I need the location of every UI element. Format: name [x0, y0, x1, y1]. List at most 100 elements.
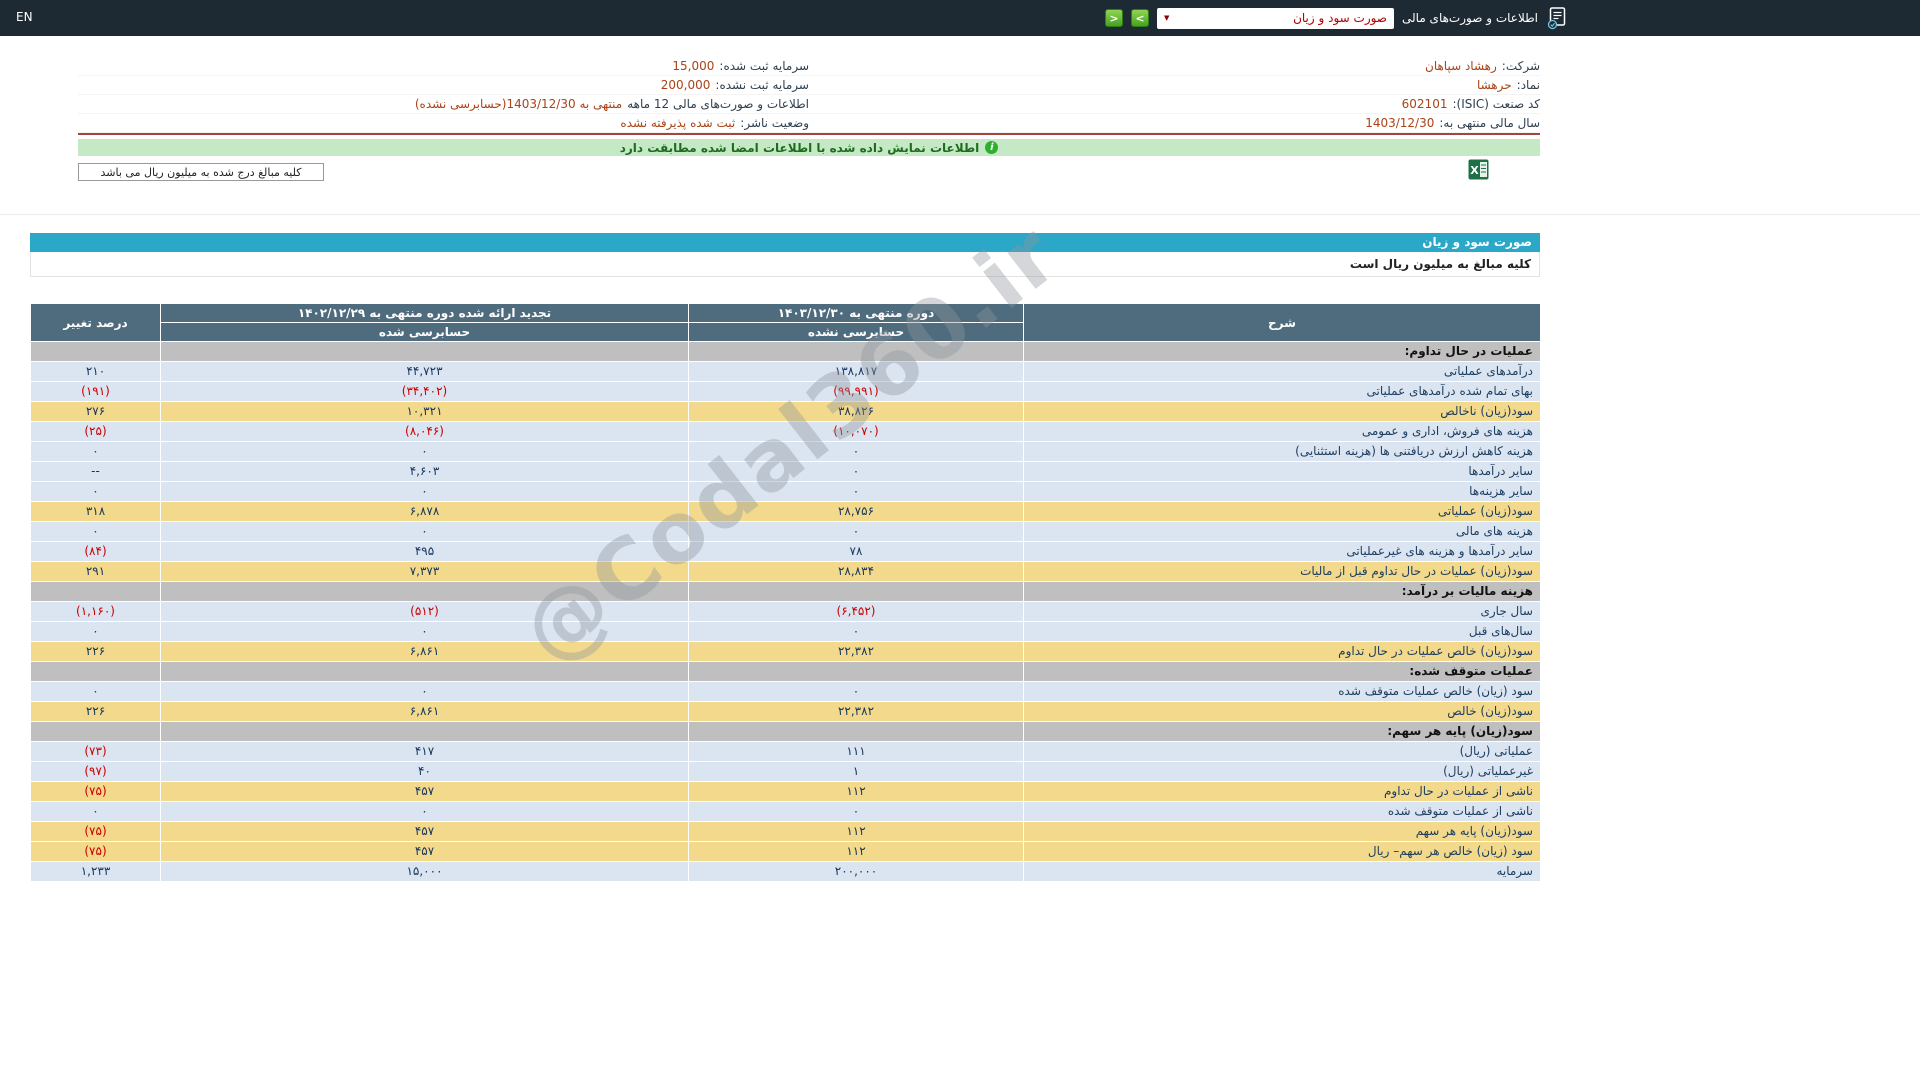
section-divider	[0, 214, 1920, 215]
section-row: عملیات متوقف شده:	[30, 661, 1541, 682]
report-select-value: صورت سود و زیان	[1293, 11, 1387, 25]
row-current-value: ۰	[688, 801, 1024, 822]
col-header-change-percent: درصد تغییر	[30, 303, 161, 342]
row-label: سال‌های قبل	[1023, 621, 1541, 642]
col-header-description: شرح	[1023, 303, 1541, 342]
row-restated-value: ۱۵,۰۰۰	[160, 861, 689, 882]
info-report-period: اطلاعات و صورت‌های مالی 12 ماهه منتهی به…	[78, 95, 809, 114]
row-restated-value: ۷,۳۷۳	[160, 561, 689, 582]
row-change-value: ۲۷۶	[30, 401, 161, 422]
row-change-value: ۰	[30, 441, 161, 462]
row-label: سال جاری	[1023, 601, 1541, 622]
row-restated-value: ۴۵۷	[160, 841, 689, 862]
row-change-value	[30, 341, 161, 362]
row-current-value: (۶,۴۵۲)	[688, 601, 1024, 622]
row-current-value: ۱۱۱	[688, 741, 1024, 762]
table-row: هزینه کاهش ارزش دریافتنی ها (هزینه استثن…	[30, 441, 1541, 462]
previous-statement-button[interactable]: <	[1105, 9, 1123, 27]
row-change-value: ۲۲۶	[30, 701, 161, 722]
language-switch-en[interactable]: EN	[16, 10, 33, 24]
info-label: وضعیت ناشر:	[740, 116, 809, 130]
row-restated-value: ۰	[160, 441, 689, 462]
row-label: سایر درآمدها و هزینه های غیرعملیاتی	[1023, 541, 1541, 562]
info-label: شرکت:	[1501, 59, 1540, 73]
row-label: سرمایه	[1023, 861, 1541, 882]
col-header-current-period: دوره منتهی به ۱۴۰۳/۱۲/۳۰	[688, 303, 1024, 323]
row-label: هزینه های مالی	[1023, 521, 1541, 542]
row-label: عملیاتی (ریال)	[1023, 741, 1541, 762]
row-change-value: ۳۱۸	[30, 501, 161, 522]
row-restated-value: ۶,۸۶۱	[160, 701, 689, 722]
row-current-value: ۷۸	[688, 541, 1024, 562]
statement-amounts-note: کلیه مبالغ به میلیون ریال است	[30, 252, 1540, 277]
row-current-value: ۲۰۰,۰۰۰	[688, 861, 1024, 882]
table-row: ناشی از عملیات در حال تداوم ۱۱۲ ۴۵۷ (۷۵)	[30, 781, 1541, 802]
row-current-value: ۰	[688, 481, 1024, 502]
row-change-value: ۲۲۶	[30, 641, 161, 662]
row-change-value	[30, 661, 161, 682]
row-label: سود(زیان) عملیاتی	[1023, 501, 1541, 522]
info-publisher-status: وضعیت ناشر: ثبت شده پذیرفته نشده	[78, 114, 809, 133]
row-current-value: ۱۱۲	[688, 821, 1024, 842]
row-label: سود(زیان) پایه هر سهم	[1023, 821, 1541, 842]
row-change-value: --	[30, 461, 161, 482]
row-change-value: ۲۹۱	[30, 561, 161, 582]
row-change-value: ۰	[30, 521, 161, 542]
row-label: سود(زیان) خالص عملیات در حال تداوم	[1023, 641, 1541, 662]
row-label: هزینه های فروش، اداری و عمومی	[1023, 421, 1541, 442]
row-change-value: (۱,۱۶۰)	[30, 601, 161, 622]
row-current-value: ۱۱۲	[688, 781, 1024, 802]
row-restated-value: (۵۱۲)	[160, 601, 689, 622]
section-row: سود(زیان) پایه هر سهم:	[30, 721, 1541, 742]
row-change-value: ۱,۲۳۳	[30, 861, 161, 882]
row-change-value: (۹۷)	[30, 761, 161, 782]
row-change-value: (۸۴)	[30, 541, 161, 562]
table-row: سود(زیان) عملیات در حال تداوم قبل از مال…	[30, 561, 1541, 582]
row-label: عملیات متوقف شده:	[1023, 661, 1541, 682]
row-current-value: (۹۹,۹۹۱)	[688, 381, 1024, 402]
row-current-value	[688, 721, 1024, 742]
row-restated-value: ۰	[160, 481, 689, 502]
table-row: غیرعملیاتی (ریال) ۱ ۴۰ (۹۷)	[30, 761, 1541, 782]
row-label: سایر هزینه‌ها	[1023, 481, 1541, 502]
table-row: بهای تمام شده درآمدهای عملیاتی (۹۹,۹۹۱) (۳…	[30, 381, 1541, 402]
report-type-select[interactable]: صورت سود و زیان ▼	[1157, 7, 1394, 29]
row-restated-value: ۶,۸۷۸	[160, 501, 689, 522]
row-current-value: ۰	[688, 621, 1024, 642]
row-restated-value: ۴۵۷	[160, 821, 689, 842]
row-change-value: (۲۵)	[30, 421, 161, 442]
row-restated-value: ۴۴,۷۲۳	[160, 361, 689, 382]
row-current-value: ۱۳۸,۸۱۷	[688, 361, 1024, 382]
table-row: سایر درآمدها و هزینه های غیرعملیاتی ۷۸ ۴۹۵…	[30, 541, 1541, 562]
row-restated-value: ۴,۶۰۳	[160, 461, 689, 482]
info-label: کد صنعت (ISIC):	[1452, 97, 1540, 111]
row-current-value: ۰	[688, 441, 1024, 462]
info-value: حرهشا	[1476, 78, 1512, 92]
table-row: سود(زیان) پایه هر سهم ۱۱۲ ۴۵۷ (۷۵)	[30, 821, 1541, 842]
row-restated-value: ۱۰,۳۲۱	[160, 401, 689, 422]
row-restated-value: ۴۵۷	[160, 781, 689, 802]
row-restated-value	[160, 341, 689, 362]
row-label: سود(زیان) عملیات در حال تداوم قبل از مال…	[1023, 561, 1541, 582]
row-change-value: ۰	[30, 681, 161, 702]
row-current-value: ۰	[688, 681, 1024, 702]
row-current-value: ۲۲,۳۸۲	[688, 641, 1024, 662]
row-restated-value	[160, 721, 689, 742]
row-restated-value: ۰	[160, 681, 689, 702]
row-label: سود (زیان) خالص هر سهم– ریال	[1023, 841, 1541, 862]
table-row: ناشی از عملیات متوقف شده ۰ ۰ ۰	[30, 801, 1541, 822]
amounts-unit-note-box: کلیه مبالغ درج شده به میلیون ریال می باش…	[78, 163, 324, 181]
row-current-value: (۱۰,۰۷۰)	[688, 421, 1024, 442]
col-header-restated-period: تجدید ارائه شده دوره منتهی به ۱۴۰۲/۱۲/۲۹	[160, 303, 689, 323]
row-label: ناشی از عملیات متوقف شده	[1023, 801, 1541, 822]
row-label: درآمدهای عملیاتی	[1023, 361, 1541, 382]
next-statement-button[interactable]: >	[1131, 9, 1149, 27]
table-row: درآمدهای عملیاتی ۱۳۸,۸۱۷ ۴۴,۷۲۳ ۲۱۰	[30, 361, 1541, 382]
info-unregistered-capital: سرمایه ثبت نشده: 200,000	[78, 76, 809, 95]
row-label: بهای تمام شده درآمدهای عملیاتی	[1023, 381, 1541, 402]
excel-export-icon[interactable]: X	[1468, 159, 1489, 180]
signature-match-notice: i اطلاعات نمایش داده شده با اطلاعات امضا…	[78, 139, 1540, 156]
row-change-value: ۰	[30, 621, 161, 642]
row-label: عملیات در حال تداوم:	[1023, 341, 1541, 362]
topbar-section-label: اطلاعات و صورت‌های مالی	[1402, 11, 1538, 25]
